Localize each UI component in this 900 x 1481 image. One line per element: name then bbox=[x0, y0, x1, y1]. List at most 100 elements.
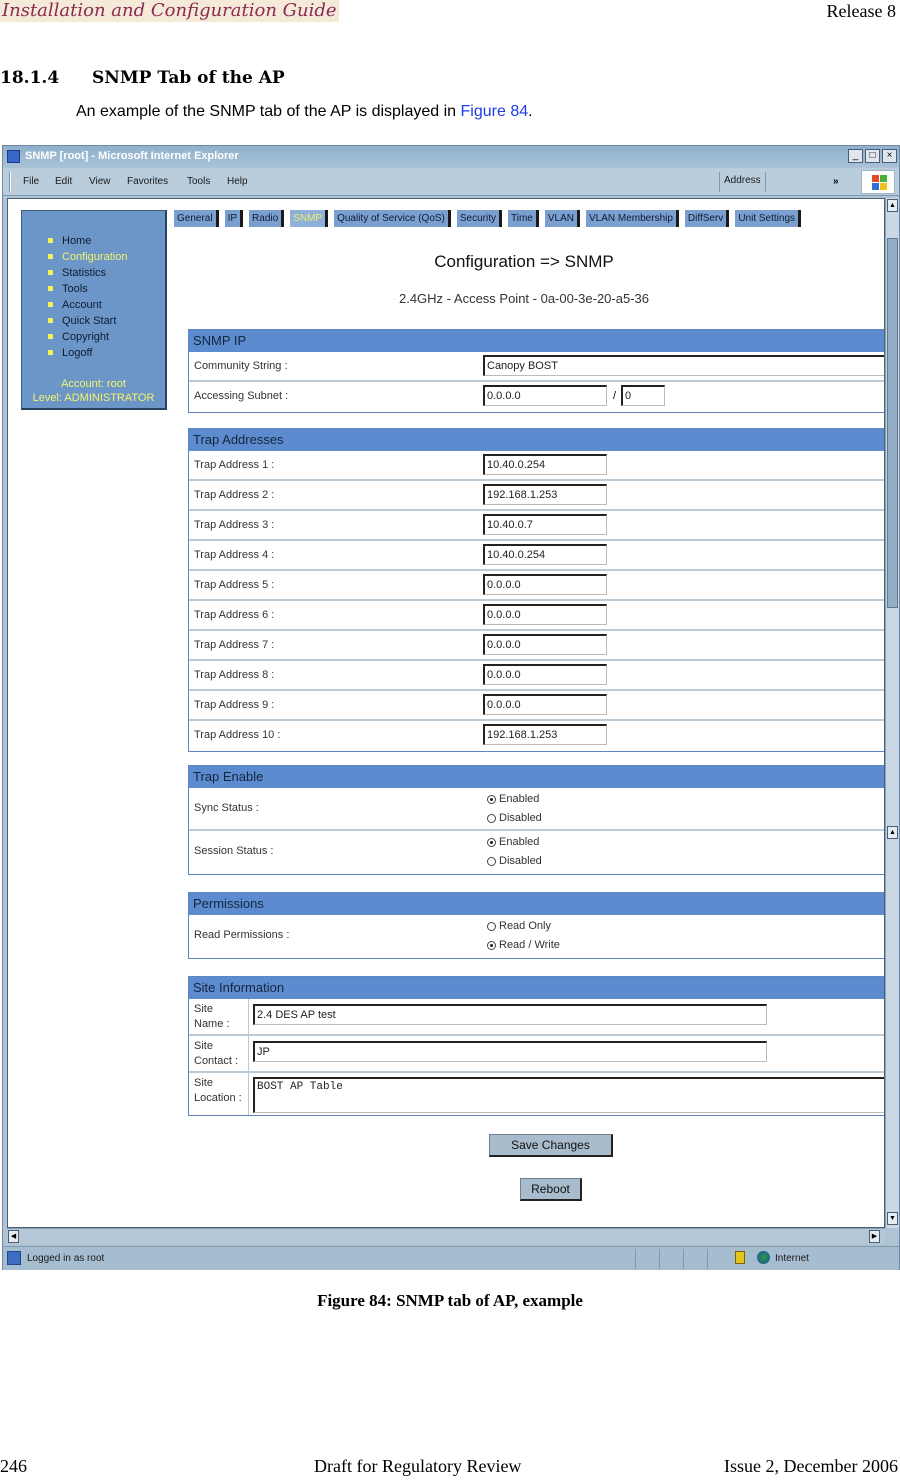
toolbar-chevron[interactable]: » bbox=[833, 176, 839, 187]
sync-enabled-radio[interactable]: Enabled bbox=[487, 793, 539, 805]
trap-address-label: Trap Address 7 : bbox=[194, 639, 275, 651]
sync-disabled-radio[interactable]: Disabled bbox=[487, 812, 542, 824]
menu-view[interactable]: View bbox=[89, 176, 111, 187]
toolbar-grip[interactable] bbox=[9, 172, 11, 192]
trap-address-input[interactable]: 10.40.0.254 bbox=[483, 454, 607, 475]
trap-address-row: Trap Address 7 : 0.0.0.0 bbox=[189, 631, 884, 661]
security-zone: Internet bbox=[775, 1253, 809, 1264]
nav-label: Account bbox=[62, 299, 102, 311]
menu-favorites[interactable]: Favorites bbox=[127, 176, 168, 187]
vertical-scrollbar[interactable]: ▲ ▲ ▼ bbox=[885, 198, 899, 1228]
tab-time[interactable]: Time bbox=[508, 210, 539, 227]
nav-item-home[interactable]: Home bbox=[48, 233, 127, 249]
close-button[interactable]: × bbox=[882, 149, 897, 163]
trap-address-input[interactable]: 10.40.0.7 bbox=[483, 514, 607, 535]
trap-address-input[interactable]: 10.40.0.254 bbox=[483, 544, 607, 565]
scroll-left-icon[interactable]: ◀ bbox=[8, 1230, 19, 1243]
minimize-button[interactable]: _ bbox=[848, 149, 863, 163]
lock-icon bbox=[735, 1251, 745, 1264]
accessing-subnet-label: Accessing Subnet : bbox=[194, 390, 289, 402]
scroll-up-icon[interactable]: ▲ bbox=[887, 199, 898, 212]
permissions-panel: Permissions Read Permissions : Read Only… bbox=[188, 892, 884, 959]
site-location-textarea[interactable]: BOST AP Table bbox=[253, 1077, 884, 1113]
trap-address-input[interactable]: 192.168.1.253 bbox=[483, 484, 607, 505]
trap-address-input[interactable]: 0.0.0.0 bbox=[483, 604, 607, 625]
maximize-button[interactable]: □ bbox=[865, 149, 880, 163]
trap-address-row: Trap Address 6 : 0.0.0.0 bbox=[189, 601, 884, 631]
save-changes-button[interactable]: Save Changes bbox=[489, 1134, 613, 1157]
nav-item-statistics[interactable]: Statistics bbox=[48, 265, 127, 281]
trap-address-label: Trap Address 10 : bbox=[194, 729, 281, 741]
trap-address-input[interactable]: 0.0.0.0 bbox=[483, 634, 607, 655]
scroll-thumb[interactable] bbox=[887, 238, 898, 608]
document-release: Release 8 bbox=[826, 1, 896, 21]
trap-address-input[interactable]: 0.0.0.0 bbox=[483, 694, 607, 715]
figure-link[interactable]: Figure 84 bbox=[461, 103, 529, 120]
menu-edit[interactable]: Edit bbox=[55, 176, 72, 187]
bullet-icon bbox=[48, 270, 53, 275]
trap-enable-panel: Trap Enable Sync Status : Enabled Disabl… bbox=[188, 765, 884, 875]
page-title: Configuration => SNMP bbox=[434, 252, 614, 271]
address-bar-label[interactable]: Address bbox=[719, 172, 766, 192]
nav-item-account[interactable]: Account bbox=[48, 297, 127, 313]
scroll-down-icon[interactable]: ▼ bbox=[887, 1212, 898, 1225]
nav-item-tools[interactable]: Tools bbox=[48, 281, 127, 297]
status-text: Logged in as root bbox=[27, 1253, 105, 1264]
session-status-row: Session Status : Enabled Disabled bbox=[189, 831, 884, 874]
session-enabled-radio[interactable]: Enabled bbox=[487, 836, 539, 848]
tab-general[interactable]: General bbox=[174, 210, 219, 227]
page-content: Home Configuration Statistics Tools Account Q… bbox=[7, 198, 885, 1228]
subnet-mask-input[interactable]: 0 bbox=[621, 385, 665, 406]
tab-unit-settings[interactable]: Unit Settings bbox=[735, 210, 802, 227]
nav-label: Copyright bbox=[62, 331, 110, 343]
read-write-radio[interactable]: Read / Write bbox=[487, 939, 560, 951]
radio-label: Enabled bbox=[499, 836, 540, 848]
menu-tools[interactable]: Tools bbox=[187, 176, 210, 187]
tab-vlan[interactable]: VLAN bbox=[544, 210, 580, 227]
trap-addresses-panel: Trap Addresses Trap Address 1 : 10.40.0.2… bbox=[188, 428, 884, 752]
trap-address-label: Trap Address 3 : bbox=[194, 519, 275, 531]
nav-item-copyright[interactable]: Copyright bbox=[48, 329, 127, 345]
tab-vlan-membership[interactable]: VLAN Membership bbox=[586, 210, 679, 227]
site-name-input[interactable]: 2.4 DES AP test bbox=[253, 1004, 767, 1025]
tab-ip[interactable]: IP bbox=[224, 210, 244, 227]
menu-help[interactable]: Help bbox=[227, 176, 248, 187]
browser-window: SNMP [root] - Microsoft Internet Explore… bbox=[2, 145, 900, 1270]
nav-item-quick-start[interactable]: Quick Start bbox=[48, 313, 127, 329]
tab-quality-of-service-qos[interactable]: Quality of Service (QoS) bbox=[334, 210, 451, 227]
subnet-input[interactable]: 0.0.0.0 bbox=[483, 385, 607, 406]
site-contact-row: Site Contact : JP bbox=[189, 1036, 884, 1073]
scroll-right-icon[interactable]: ▶ bbox=[869, 1230, 880, 1243]
radio-unchecked-icon bbox=[487, 813, 496, 823]
horizontal-scrollbar[interactable]: ◀ ▶ bbox=[7, 1228, 885, 1244]
radio-checked-icon bbox=[487, 794, 496, 804]
site-location-row: Site Location : BOST AP Table bbox=[189, 1073, 884, 1115]
tab-radio[interactable]: Radio bbox=[249, 210, 285, 227]
site-location-label: Site Location : bbox=[194, 1077, 242, 1104]
trap-address-row: Trap Address 8 : 0.0.0.0 bbox=[189, 661, 884, 691]
radio-label: Enabled bbox=[499, 793, 540, 805]
trap-address-input[interactable]: 0.0.0.0 bbox=[483, 574, 607, 595]
tab-diffserv[interactable]: DiffServ bbox=[684, 210, 730, 227]
trap-address-input[interactable]: 0.0.0.0 bbox=[483, 664, 607, 685]
session-disabled-radio[interactable]: Disabled bbox=[487, 855, 542, 867]
trap-address-row: Trap Address 1 : 10.40.0.254 bbox=[189, 451, 884, 481]
reboot-button[interactable]: Reboot bbox=[520, 1178, 582, 1201]
tab-security[interactable]: Security bbox=[456, 210, 503, 227]
intro-paragraph: An example of the SNMP tab of the AP is … bbox=[76, 103, 533, 121]
trap-address-input[interactable]: 192.168.1.253 bbox=[483, 724, 607, 745]
trap-address-label: Trap Address 6 : bbox=[194, 609, 275, 621]
scroll-page-up-icon[interactable]: ▲ bbox=[887, 826, 898, 839]
radio-unchecked-icon bbox=[487, 921, 496, 931]
nav-item-logoff[interactable]: Logoff bbox=[48, 345, 127, 361]
tab-snmp[interactable]: SNMP bbox=[290, 210, 329, 227]
bullet-icon bbox=[48, 302, 53, 307]
radio-checked-icon bbox=[487, 837, 496, 847]
menu-file[interactable]: File bbox=[23, 176, 39, 187]
panel-header: Permissions bbox=[189, 893, 884, 915]
read-only-radio[interactable]: Read Only bbox=[487, 920, 551, 932]
community-string-input[interactable]: Canopy BOST bbox=[483, 355, 884, 376]
nav-item-configuration[interactable]: Configuration bbox=[48, 249, 127, 265]
site-contact-input[interactable]: JP bbox=[253, 1041, 767, 1062]
sync-status-label: Sync Status : bbox=[194, 802, 259, 814]
